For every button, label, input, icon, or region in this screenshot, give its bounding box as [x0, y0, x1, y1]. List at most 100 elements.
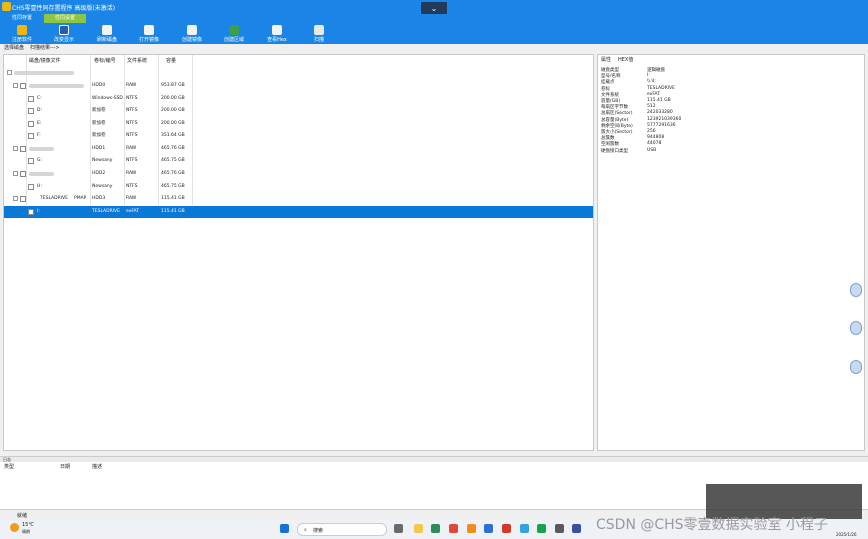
table-row[interactable]: HDD1 RAW 465.76 GB: [4, 143, 593, 155]
col-volume-id[interactable]: 卷标/编号: [94, 57, 116, 64]
tree-toggle[interactable]: [13, 196, 18, 201]
cell-id: 新加卷: [92, 108, 106, 113]
cell-fs: NTFS: [126, 96, 138, 101]
app-icon-blue[interactable]: [484, 524, 493, 533]
search-placeholder: 搜索: [313, 528, 324, 534]
col-filesystem[interactable]: 文件系统: [127, 57, 147, 64]
hex-icon: [272, 25, 282, 35]
row-checkbox[interactable]: [20, 146, 26, 152]
tree-toggle[interactable]: [13, 83, 18, 88]
cell-size: 200.00 GB: [161, 108, 185, 113]
property-row: 每扇区字节数 512: [601, 104, 656, 110]
tree-toggle[interactable]: [13, 146, 18, 151]
wps-icon[interactable]: [502, 524, 511, 533]
tab-restore[interactable]: 性同存置: [3, 14, 41, 23]
tab-settings[interactable]: 性同设置: [44, 14, 86, 23]
toolbar: 注册软件 改变显示 刷新磁盘 打开镜像 创建镜像 创建区域 查看Hex 扫描: [0, 23, 868, 44]
tree-root-row[interactable]: [4, 67, 593, 79]
property-value: 5777291636: [647, 122, 676, 128]
table-row[interactable]: HDD2 RAW 465.76 GB: [4, 168, 593, 180]
table-row[interactable]: TESLADRIVE PMAP HDD3 RAW 115.41 GB: [4, 193, 593, 205]
row-checkbox[interactable]: [28, 108, 34, 114]
table-row[interactable]: C: Windows-SSD NTFS 200.00 GB: [4, 93, 593, 105]
property-row: 总容量(Byte) 123921039360: [601, 117, 681, 123]
cell-fs: NTFS: [126, 121, 138, 126]
cell-size: 115.41 GB: [161, 209, 185, 214]
edge-icon[interactable]: [431, 524, 440, 533]
create-region-button[interactable]: 创建区域: [215, 24, 253, 43]
row-checkbox[interactable]: [28, 133, 34, 139]
cell-size: 115.41 GB: [161, 196, 185, 201]
app-icon-red[interactable]: [449, 524, 458, 533]
cell-partition-type: PMAP: [74, 196, 87, 201]
app-icon-cyan[interactable]: [520, 524, 529, 533]
tab-properties[interactable]: 属性: [601, 56, 611, 63]
row-checkbox[interactable]: [20, 171, 26, 177]
scroll-mid-button[interactable]: [850, 321, 862, 335]
log-col-type[interactable]: 类型: [4, 463, 14, 470]
app-icon: [2, 2, 11, 11]
cell-name: E:: [37, 121, 42, 126]
property-row: 空闲簇数 44078: [601, 141, 661, 147]
app-icon-dark[interactable]: [555, 524, 564, 533]
cell-fs: NTFS: [126, 108, 138, 113]
log-col-date[interactable]: 日期: [60, 463, 70, 470]
breadcrumb-select-disk[interactable]: 选择磁盘: [4, 44, 24, 53]
property-key: 硬盘接口类型: [601, 148, 628, 154]
wechat-icon[interactable]: [537, 524, 546, 533]
task-view-icon[interactable]: [394, 524, 403, 533]
tab-hex[interactable]: HEX值: [618, 56, 633, 63]
row-checkbox[interactable]: [20, 83, 26, 89]
property-row: 硬盘接口类型 USB: [601, 148, 656, 154]
open-image-button[interactable]: 打开镜像: [130, 24, 168, 43]
app-icon-orange[interactable]: [467, 524, 476, 533]
register-button[interactable]: 注册软件: [3, 24, 41, 43]
row-checkbox[interactable]: [20, 196, 26, 202]
table-row[interactable]: F: 新加卷 NTFS 351.64 GB: [4, 130, 593, 142]
app-icon-navy[interactable]: [572, 524, 581, 533]
refresh-disk-button[interactable]: 刷新磁盘: [88, 24, 126, 43]
cell-id: HDD1: [92, 146, 106, 151]
file-explorer-icon[interactable]: [414, 524, 423, 533]
cell-fs: NTFS: [126, 184, 138, 189]
row-checkbox[interactable]: [28, 209, 34, 215]
property-row: 卷标 TESLADRIVE: [601, 86, 675, 92]
cell-name: C:: [37, 96, 42, 101]
row-checkbox[interactable]: [28, 158, 34, 164]
create-image-button[interactable]: 创建镜像: [173, 24, 211, 43]
scan-button[interactable]: 扫描: [300, 24, 338, 43]
weather-icon: [10, 523, 19, 532]
row-checkbox[interactable]: [28, 96, 34, 102]
row-checkbox[interactable]: [28, 121, 34, 127]
tree-toggle[interactable]: [7, 70, 12, 75]
property-value: exFAT: [647, 91, 661, 97]
tree-toggle[interactable]: [13, 171, 18, 176]
breadcrumb-scan-results[interactable]: 扫描结果--->: [30, 44, 60, 53]
table-row[interactable]: D: 新加卷 NTFS 200.00 GB: [4, 105, 593, 117]
table-row[interactable]: E: 新加卷 NTFS 200.00 GB: [4, 118, 593, 130]
cell-id: TESLADRIVE: [92, 209, 120, 214]
property-value: 944808: [647, 135, 665, 141]
cell-size: 351.64 GB: [161, 133, 185, 138]
property-value: 123921039360: [647, 116, 682, 122]
start-icon[interactable]: [280, 524, 289, 533]
table-row-selected[interactable]: I: TESLADRIVE exFAT 115.41 GB: [4, 206, 593, 218]
search-input[interactable]: ⌕ 搜索: [297, 523, 387, 536]
log-col-desc[interactable]: 描述: [92, 463, 102, 470]
property-row: 簇大小(Sector) 256: [601, 129, 656, 135]
clock-date: 2025/1/26: [836, 532, 857, 537]
table-row[interactable]: HDD0 RAW 953.87 GB: [4, 80, 593, 92]
create-region-icon: [229, 25, 239, 35]
col-disk-file[interactable]: 磁盘/镜像文件: [29, 57, 61, 64]
scroll-down-button[interactable]: [850, 360, 862, 374]
view-hex-button[interactable]: 查看Hex: [258, 24, 296, 43]
col-capacity[interactable]: 容量: [166, 57, 176, 64]
scroll-up-button[interactable]: [850, 283, 862, 297]
table-row[interactable]: H: Newsany NTFS 465.75 GB: [4, 181, 593, 193]
row-checkbox[interactable]: [28, 184, 34, 190]
cell-name: G:: [37, 158, 43, 163]
table-row[interactable]: G: Newsany NTFS 465.75 GB: [4, 155, 593, 167]
property-value: 512: [647, 104, 656, 110]
property-row: 容量(GB) 115.41 GB: [601, 98, 671, 104]
change-display-button[interactable]: 改变显示: [45, 24, 83, 43]
